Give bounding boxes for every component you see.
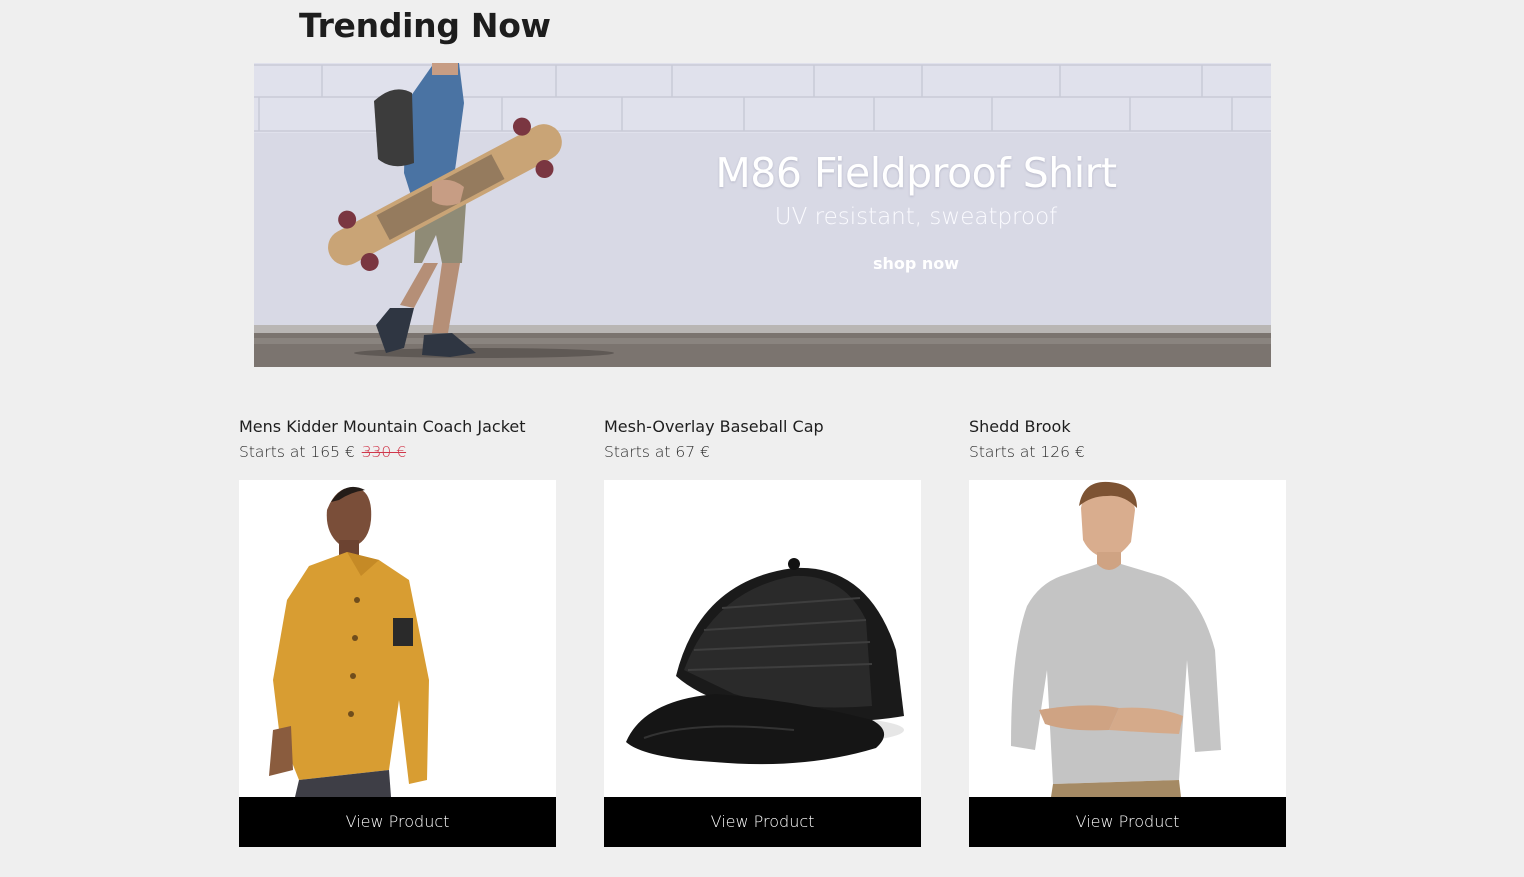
product-name[interactable]: Shedd Brook — [969, 414, 1286, 440]
product-image-sweatshirt[interactable] — [969, 480, 1286, 797]
sweatshirt-image — [969, 480, 1286, 797]
view-product-button[interactable]: View Product — [969, 797, 1286, 847]
view-product-button[interactable]: View Product — [604, 797, 921, 847]
view-product-button[interactable]: View Product — [239, 797, 556, 847]
cap-image — [604, 480, 921, 797]
product-image-cap[interactable] — [604, 480, 921, 797]
product-price-row: Starts at 165 € 330 € — [239, 440, 556, 464]
product-price-row: Starts at 126 € — [969, 440, 1286, 464]
product-name[interactable]: Mesh-Overlay Baseball Cap — [604, 414, 921, 440]
product-card-jacket: Mens Kidder Mountain Coach Jacket Starts… — [239, 414, 556, 847]
hero-subtitle: UV resistant, sweatproof — [774, 204, 1058, 231]
product-price: Starts at 126 € — [969, 443, 1085, 461]
hero-text: M86 Fieldproof Shirt UV resistant, sweat… — [664, 149, 1168, 273]
shop-now-link[interactable]: shop now — [873, 254, 959, 273]
product-card-sweatshirt: Shedd Brook Starts at 126 € View Product — [969, 414, 1286, 847]
hero-banner[interactable]: M86 Fieldproof Shirt UV resistant, sweat… — [254, 63, 1271, 367]
hero-title: M86 Fieldproof Shirt — [715, 149, 1117, 197]
jacket-image — [239, 480, 556, 797]
product-name[interactable]: Mens Kidder Mountain Coach Jacket — [239, 414, 556, 440]
product-image-jacket[interactable] — [239, 480, 556, 797]
product-price: Starts at 67 € — [604, 443, 710, 461]
product-card-cap: Mesh-Overlay Baseball Cap Starts at 67 €… — [604, 414, 921, 847]
section-title: Trending Now — [299, 6, 551, 45]
product-old-price: 330 € — [361, 443, 407, 461]
product-price: Starts at 165 € — [239, 443, 355, 461]
product-price-row: Starts at 67 € — [604, 440, 921, 464]
